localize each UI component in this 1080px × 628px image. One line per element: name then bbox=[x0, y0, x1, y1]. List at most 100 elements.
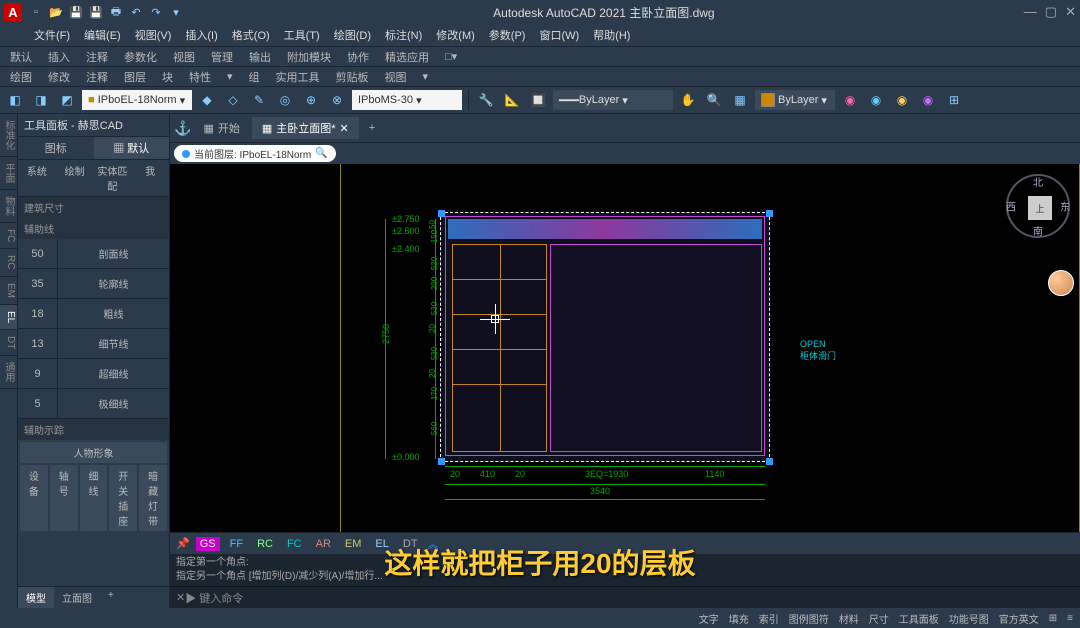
layer-icon3[interactable]: ◩ bbox=[56, 89, 78, 111]
tag-gs[interactable]: GS bbox=[196, 537, 220, 551]
tab-drawing[interactable]: ▦ 主卧立面图* ✕ bbox=[252, 117, 359, 139]
style-dropdown[interactable]: IPboMS-30 ▾ bbox=[352, 90, 462, 110]
sb-1[interactable]: 填充 bbox=[726, 611, 752, 626]
qat-open-icon[interactable]: 📂 bbox=[48, 4, 64, 20]
grip-icon[interactable] bbox=[766, 210, 773, 217]
command-input[interactable]: ✕ ▶ 键入命令 bbox=[170, 586, 1080, 608]
stab-5[interactable]: FC bbox=[0, 223, 17, 249]
section-aux[interactable]: 辅助线 bbox=[18, 218, 169, 239]
menu-help[interactable]: 帮助(H) bbox=[587, 25, 636, 45]
tag-em[interactable]: EM bbox=[341, 537, 366, 551]
tag-ff[interactable]: FF bbox=[226, 537, 247, 551]
tb-icon14[interactable]: ◉ bbox=[865, 89, 887, 111]
rp-9[interactable]: 剪贴板 bbox=[330, 68, 375, 86]
menu-dim[interactable]: 标注(N) bbox=[379, 25, 428, 45]
tab-start[interactable]: ▦ 开始 bbox=[193, 117, 249, 139]
tb-icon10[interactable]: ✋ bbox=[677, 89, 699, 111]
tb-icon3[interactable]: ✎ bbox=[248, 89, 270, 111]
stab-0[interactable]: 通用 bbox=[0, 356, 17, 389]
sb-8[interactable]: 官方英文 bbox=[996, 611, 1042, 626]
palette-tab-default[interactable]: ▦ 默认 bbox=[94, 137, 170, 159]
rp-7[interactable]: 组 bbox=[243, 68, 266, 86]
tb-icon5[interactable]: ⊕ bbox=[300, 89, 322, 111]
menu-modify[interactable]: 修改(M) bbox=[430, 25, 481, 45]
palette-tab-icon[interactable]: 图标 bbox=[18, 137, 94, 159]
stab-6[interactable]: 物料 bbox=[0, 190, 17, 223]
rp-10[interactable]: 视图 bbox=[379, 68, 413, 86]
tb-icon17[interactable]: ⊞ bbox=[943, 89, 965, 111]
list-item[interactable]: 18粗线 bbox=[18, 299, 169, 329]
tb-icon6[interactable]: ⊗ bbox=[326, 89, 348, 111]
layout-elev[interactable]: 立面图 bbox=[54, 587, 100, 608]
lineweight-dropdown[interactable]: ByLayer ▾ bbox=[755, 90, 835, 110]
minimize-icon[interactable]: — bbox=[1024, 4, 1037, 20]
tb-icon9[interactable]: 🔲 bbox=[527, 89, 549, 111]
rtab-0[interactable]: 默认 bbox=[4, 48, 38, 66]
stab-3[interactable]: EM bbox=[0, 277, 17, 305]
menu-param[interactable]: 参数(P) bbox=[483, 25, 532, 45]
tb-icon13[interactable]: ◉ bbox=[839, 89, 861, 111]
tb-icon8[interactable]: 📐 bbox=[501, 89, 523, 111]
menu-edit[interactable]: 编辑(E) bbox=[78, 25, 127, 45]
sb-4[interactable]: 材料 bbox=[836, 611, 862, 626]
tb-icon11[interactable]: 🔍 bbox=[703, 89, 725, 111]
gbtn-2[interactable]: 轴号 bbox=[50, 465, 78, 531]
grip-icon[interactable] bbox=[438, 210, 445, 217]
rtab-2[interactable]: 注释 bbox=[80, 48, 114, 66]
qat-save-icon[interactable]: 💾 bbox=[68, 4, 84, 20]
rp-4[interactable]: 块 bbox=[156, 68, 179, 86]
qat-more-icon[interactable]: ▾ bbox=[168, 4, 184, 20]
stab-4[interactable]: RC bbox=[0, 249, 17, 276]
rp-2[interactable]: 注释 bbox=[80, 68, 114, 86]
tb-icon16[interactable]: ◉ bbox=[917, 89, 939, 111]
tb-icon12[interactable]: ▦ bbox=[729, 89, 751, 111]
layout-add[interactable]: + bbox=[100, 587, 122, 608]
rtab-4[interactable]: 视图 bbox=[167, 48, 201, 66]
view-cube[interactable]: 北 南 西 东 上 bbox=[1006, 174, 1070, 238]
menu-draw[interactable]: 绘图(D) bbox=[328, 25, 377, 45]
rtab-10[interactable]: □▾ bbox=[439, 49, 463, 64]
layer-icon2[interactable]: ◨ bbox=[30, 89, 52, 111]
gbtn-4[interactable]: 开关插座 bbox=[109, 465, 137, 531]
menu-format[interactable]: 格式(O) bbox=[226, 25, 276, 45]
rtab-1[interactable]: 插入 bbox=[42, 48, 76, 66]
sb-7[interactable]: 功能号图 bbox=[946, 611, 992, 626]
gbtn-3[interactable]: 细线 bbox=[80, 465, 108, 531]
sb-3[interactable]: 图例图符 bbox=[786, 611, 832, 626]
list-item[interactable]: 5极细线 bbox=[18, 389, 169, 419]
qat-new-icon[interactable]: ▫ bbox=[28, 4, 44, 20]
rp-6[interactable]: ▾ bbox=[221, 69, 239, 84]
user-avatar-icon[interactable] bbox=[1048, 270, 1074, 296]
menu-window[interactable]: 窗口(W) bbox=[533, 25, 585, 45]
rtab-7[interactable]: 附加模块 bbox=[281, 48, 337, 66]
grip-icon[interactable] bbox=[438, 458, 445, 465]
tb-icon4[interactable]: ◎ bbox=[274, 89, 296, 111]
sb-icon[interactable]: ⊞ bbox=[1046, 613, 1060, 624]
current-layer-pill[interactable]: 当前图层: IPboEL-18Norm 🔍 bbox=[174, 145, 336, 162]
drawing-canvas[interactable]: ±2.750 ±2.600 ±2.400 ±0.000 2750 50 150 … bbox=[170, 164, 1080, 532]
stab-1[interactable]: DT bbox=[0, 330, 17, 356]
sb-icon[interactable]: ≡ bbox=[1064, 613, 1076, 624]
pst-3[interactable]: 我 bbox=[131, 160, 169, 196]
list-item[interactable]: 35轮廓线 bbox=[18, 269, 169, 299]
layer-dropdown[interactable]: ■ IPboEL-18Norm ▾ bbox=[82, 90, 192, 110]
pst-0[interactable]: 系统 bbox=[18, 160, 56, 196]
stab-8[interactable]: 标准化 bbox=[0, 114, 17, 157]
stab-7[interactable]: 平面 bbox=[0, 157, 17, 190]
linetype-dropdown[interactable]: ━━━ ByLayer ▾ bbox=[553, 90, 673, 110]
pin-icon[interactable]: 📌 bbox=[176, 537, 190, 550]
pst-2[interactable]: 实体匹配 bbox=[94, 160, 132, 196]
qat-saveas-icon[interactable]: 💾 bbox=[88, 4, 104, 20]
tb-icon15[interactable]: ◉ bbox=[891, 89, 913, 111]
rtab-3[interactable]: 参数化 bbox=[118, 48, 163, 66]
stab-2[interactable]: EL bbox=[0, 305, 17, 330]
menu-file[interactable]: 文件(F) bbox=[28, 25, 76, 45]
menu-insert[interactable]: 插入(I) bbox=[179, 25, 223, 45]
list-item[interactable]: 50剖面线 bbox=[18, 239, 169, 269]
qat-redo-icon[interactable]: ↷ bbox=[148, 4, 164, 20]
rtab-6[interactable]: 输出 bbox=[243, 48, 277, 66]
rp-11[interactable]: ▾ bbox=[417, 69, 435, 84]
tag-fc[interactable]: FC bbox=[283, 537, 306, 551]
tag-rc[interactable]: RC bbox=[253, 537, 277, 551]
close-icon[interactable]: ✕ bbox=[1065, 4, 1076, 20]
